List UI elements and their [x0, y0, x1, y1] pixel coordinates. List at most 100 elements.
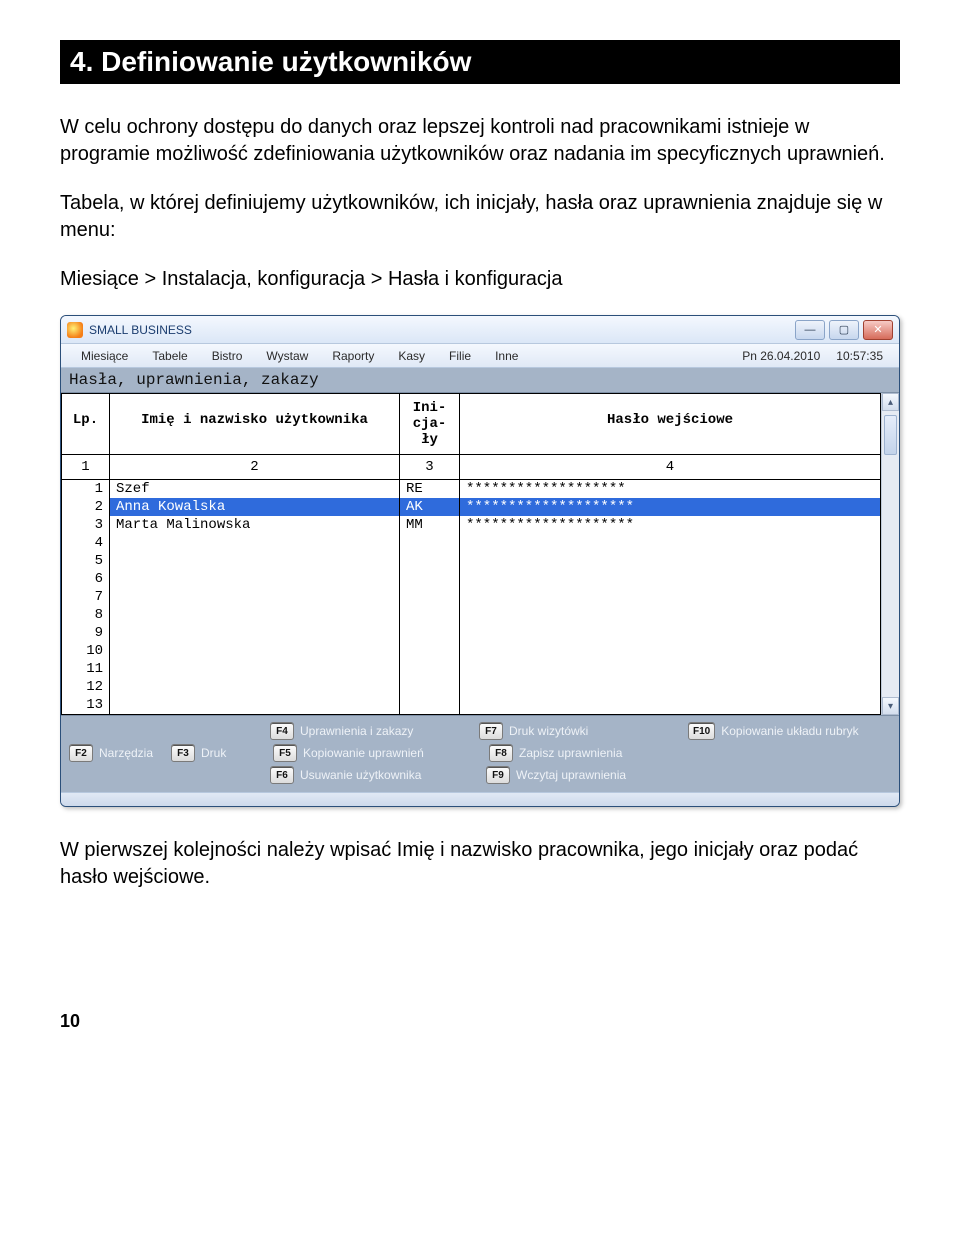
f7-label: Druk wizytówki — [509, 724, 588, 738]
table-row[interactable]: 12 — [62, 678, 881, 696]
minimize-button[interactable]: — — [795, 320, 825, 340]
intro-paragraph-1: W celu ochrony dostępu do danych oraz le… — [60, 114, 900, 168]
cell-initials: RE — [400, 480, 460, 498]
title-bar: SMALL BUSINESS — ▢ ✕ — [61, 316, 899, 344]
f3-key-icon: F3 — [171, 744, 195, 762]
menu-raporty[interactable]: Raporty — [320, 349, 386, 363]
cell-lp: 3 — [62, 516, 110, 534]
cell-name: Szef — [110, 480, 400, 498]
col-header-name: Imię i nazwisko użytkownika — [110, 394, 400, 455]
col-index-4: 4 — [460, 455, 881, 480]
col-header-lp: Lp. — [62, 394, 110, 455]
col-index-2: 2 — [110, 455, 400, 480]
cell-password — [460, 696, 881, 714]
col-index-1: 1 — [62, 455, 110, 480]
cell-initials — [400, 696, 460, 714]
intro-paragraph-2: Tabela, w której definiujemy użytkownikó… — [60, 190, 900, 244]
users-table: Lp. Imię i nazwisko użytkownika Ini- cja… — [61, 393, 881, 715]
cell-name — [110, 678, 400, 696]
status-date: Pn 26.04.2010 — [734, 349, 828, 363]
table-row[interactable]: 7 — [62, 588, 881, 606]
scroll-track[interactable] — [882, 411, 899, 697]
f7-key-icon: F7 — [479, 722, 503, 740]
table-row[interactable]: 1SzefRE******************* — [62, 480, 881, 498]
menu-wystaw[interactable]: Wystaw — [254, 349, 320, 363]
fn-f2[interactable]: F2 Narzędzia — [69, 744, 165, 762]
function-key-bar: F4 Uprawnienia i zakazy F7 Druk wizytówk… — [61, 715, 899, 792]
menu-miesiace[interactable]: Miesiące — [69, 349, 140, 363]
maximize-button[interactable]: ▢ — [829, 320, 859, 340]
cell-password — [460, 570, 881, 588]
cell-lp: 10 — [62, 642, 110, 660]
f9-key-icon: F9 — [486, 766, 510, 784]
section-heading: 4. Definiowanie użytkowników — [60, 40, 900, 84]
table-row[interactable]: 5 — [62, 552, 881, 570]
cell-initials — [400, 642, 460, 660]
cell-lp: 9 — [62, 624, 110, 642]
cell-name — [110, 642, 400, 660]
fn-f10[interactable]: F10 Kopiowanie układu rubryk — [688, 722, 891, 740]
fn-f8[interactable]: F8 Zapisz uprawnienia — [489, 744, 699, 762]
menu-bistro[interactable]: Bistro — [200, 349, 255, 363]
cell-password: ******************** — [460, 498, 881, 516]
table-row[interactable]: 9 — [62, 624, 881, 642]
cell-name — [110, 696, 400, 714]
cell-name: Anna Kowalska — [110, 498, 400, 516]
app-window: SMALL BUSINESS — ▢ ✕ Miesiące Tabele Bis… — [60, 315, 900, 807]
app-icon — [67, 322, 83, 338]
table-row[interactable]: 4 — [62, 534, 881, 552]
cell-name: Marta Malinowska — [110, 516, 400, 534]
table-row[interactable]: 2Anna KowalskaAK******************** — [62, 498, 881, 516]
fn-f5[interactable]: F5 Kopiowanie uprawnień — [273, 744, 483, 762]
table-row[interactable]: 8 — [62, 606, 881, 624]
cell-password — [460, 552, 881, 570]
f5-key-icon: F5 — [273, 744, 297, 762]
table-row[interactable]: 6 — [62, 570, 881, 588]
f6-key-icon: F6 — [270, 766, 294, 784]
table-row[interactable]: 13 — [62, 696, 881, 714]
menu-kasy[interactable]: Kasy — [386, 349, 437, 363]
table-row[interactable]: 11 — [62, 660, 881, 678]
menu-tabele[interactable]: Tabele — [140, 349, 199, 363]
scroll-down-button[interactable]: ▾ — [882, 697, 899, 715]
window-status-strip — [61, 792, 899, 806]
menu-inne[interactable]: Inne — [483, 349, 530, 363]
cell-password — [460, 624, 881, 642]
cell-password — [460, 534, 881, 552]
fn-f9[interactable]: F9 Wczytaj uprawnienia — [486, 766, 696, 784]
f3-label: Druk — [201, 746, 226, 760]
menu-filie[interactable]: Filie — [437, 349, 483, 363]
cell-initials — [400, 534, 460, 552]
cell-password: ******************* — [460, 480, 881, 498]
col-index-3: 3 — [400, 455, 460, 480]
scroll-thumb[interactable] — [884, 415, 897, 455]
f10-label: Kopiowanie układu rubryk — [721, 724, 858, 738]
vertical-scrollbar[interactable]: ▴ ▾ — [881, 393, 899, 715]
cell-name — [110, 534, 400, 552]
page-number: 10 — [60, 1011, 900, 1032]
cell-lp: 8 — [62, 606, 110, 624]
menu-path: Miesiące > Instalacja, konfiguracja > Ha… — [60, 266, 900, 293]
f9-label: Wczytaj uprawnienia — [516, 768, 626, 782]
col-header-password: Hasło wejściowe — [460, 394, 881, 455]
fn-f4[interactable]: F4 Uprawnienia i zakazy — [270, 722, 473, 740]
cell-name — [110, 588, 400, 606]
fn-f7[interactable]: F7 Druk wizytówki — [479, 722, 682, 740]
table-row[interactable]: 10 — [62, 642, 881, 660]
cell-initials — [400, 588, 460, 606]
f8-key-icon: F8 — [489, 744, 513, 762]
cell-initials — [400, 606, 460, 624]
table-row[interactable]: 3Marta MalinowskaMM******************** — [62, 516, 881, 534]
menu-bar: Miesiące Tabele Bistro Wystaw Raporty Ka… — [61, 344, 899, 368]
cell-lp: 4 — [62, 534, 110, 552]
fn-f6[interactable]: F6 Usuwanie użytkownika — [270, 766, 480, 784]
f6-label: Usuwanie użytkownika — [300, 768, 421, 782]
fn-f3[interactable]: F3 Druk — [171, 744, 267, 762]
cell-name — [110, 624, 400, 642]
close-button[interactable]: ✕ — [863, 320, 893, 340]
cell-name — [110, 660, 400, 678]
scroll-up-button[interactable]: ▴ — [882, 393, 899, 411]
f5-label: Kopiowanie uprawnień — [303, 746, 424, 760]
f2-key-icon: F2 — [69, 744, 93, 762]
cell-password — [460, 588, 881, 606]
